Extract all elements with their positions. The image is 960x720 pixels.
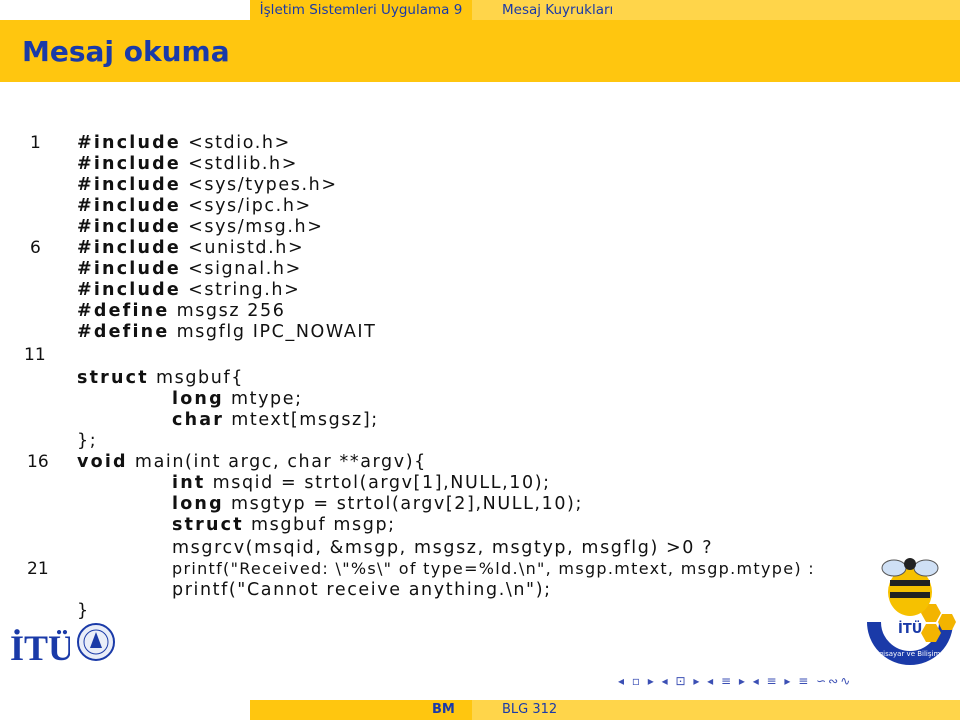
line-number: 1 — [30, 133, 41, 153]
code-keyword: char — [172, 410, 225, 430]
faculty-bee-logo: İTÜ Bilgisayar ve Bilişim Fakültesi — [864, 556, 960, 666]
code-keyword: #include — [77, 175, 181, 195]
code-keyword: #include — [77, 154, 181, 174]
line-number: 11 — [24, 345, 46, 365]
code-keyword: #include — [77, 196, 181, 216]
code-line: 21 printf("Received: \"%s\" of type=%ld.\… — [27, 559, 815, 579]
code-line: #include <sys/msg.h> — [77, 217, 324, 237]
code-line: }; — [77, 431, 98, 451]
code-keyword: long — [172, 389, 224, 409]
seal-icon — [77, 623, 115, 661]
code-line: long mtype; — [172, 389, 303, 409]
code-keyword: #include — [77, 133, 181, 153]
university-seal — [76, 620, 116, 664]
line-number: 21 — [27, 559, 49, 579]
code-line: #include <sys/types.h> — [77, 175, 338, 195]
code-line: #include <sys/ipc.h> — [77, 196, 312, 216]
header-left — [0, 0, 250, 20]
code-line: #define msgsz 256 — [77, 301, 286, 321]
code-line: struct msgbuf msgp; — [172, 515, 396, 535]
header-course: İşletim Sistemleri Uygulama 9 — [250, 0, 472, 20]
code-line: } — [77, 601, 90, 621]
code-line: char mtext[msgsz]; — [172, 410, 379, 430]
code-line: 1 #include <stdio.h> — [30, 133, 291, 153]
code-keyword: #define — [77, 322, 170, 342]
bee-logo-icon: İTÜ Bilgisayar ve Bilişim Fakültesi — [867, 558, 960, 665]
itu-logo-icon: İTÜ — [10, 628, 74, 668]
line-number: 6 — [30, 238, 41, 258]
itu-logo: İTÜ — [8, 618, 74, 668]
footer-department: BM — [432, 702, 455, 717]
frame-title: Mesaj okuma — [22, 35, 230, 68]
code-line: #define msgflg IPC_NOWAIT — [77, 322, 377, 342]
code-keyword: struct — [172, 515, 244, 535]
code-line: printf("Cannot receive anything.\n"); — [172, 580, 552, 600]
code-line: 6 #include <unistd.h> — [30, 238, 305, 258]
code-keyword: struct — [77, 368, 149, 388]
svg-text:Bilgisayar ve Bilişim Fakültes: Bilgisayar ve Bilişim Fakültesi — [870, 650, 956, 658]
frame-title-bar: Mesaj okuma — [0, 20, 960, 82]
code-keyword: #define — [77, 301, 170, 321]
beamer-navigation[interactable]: ◂ ▫ ▸ ◂ ⊡ ▸ ◂ ≡ ▸ ◂ ≡ ▸ ≡ ∽∾∿ — [618, 674, 852, 688]
footer-bar: BM BLG 312 — [0, 700, 960, 720]
code-line: struct msgbuf{ — [77, 368, 244, 388]
code-line: #include <stdlib.h> — [77, 154, 299, 174]
svg-text:İTÜ: İTÜ — [898, 621, 922, 637]
code-keyword: #include — [77, 217, 181, 237]
code-keyword: #include — [77, 280, 181, 300]
code-keyword: int — [172, 473, 206, 493]
code-line: long msgtyp = strtol(argv[2],NULL,10); — [172, 494, 583, 514]
code-keyword: long — [172, 494, 224, 514]
code-line: 16 void main(int argc, char **argv){ — [27, 452, 427, 472]
line-number: 16 — [27, 452, 49, 472]
code-line: int msqid = strtol(argv[1],NULL,10); — [172, 473, 551, 493]
code-line: #include <signal.h> — [77, 259, 302, 279]
header-bar: İşletim Sistemleri Uygulama 9 Mesaj Kuyr… — [0, 0, 960, 20]
header-topic: Mesaj Kuyrukları — [502, 2, 614, 18]
code-keyword: #include — [77, 259, 181, 279]
svg-text:İTÜ: İTÜ — [10, 628, 70, 668]
code-keyword: #include — [77, 238, 181, 258]
code-line: 11 — [0, 345, 960, 366]
footer-course-code: BLG 312 — [502, 702, 558, 717]
code-line: #include <string.h> — [77, 280, 301, 300]
code-keyword: void — [77, 452, 128, 472]
header-topic-area: Mesaj Kuyrukları — [472, 0, 960, 20]
code-line: msgrcv(msqid, &msgp, msgsz, msgtyp, msgf… — [172, 538, 714, 558]
